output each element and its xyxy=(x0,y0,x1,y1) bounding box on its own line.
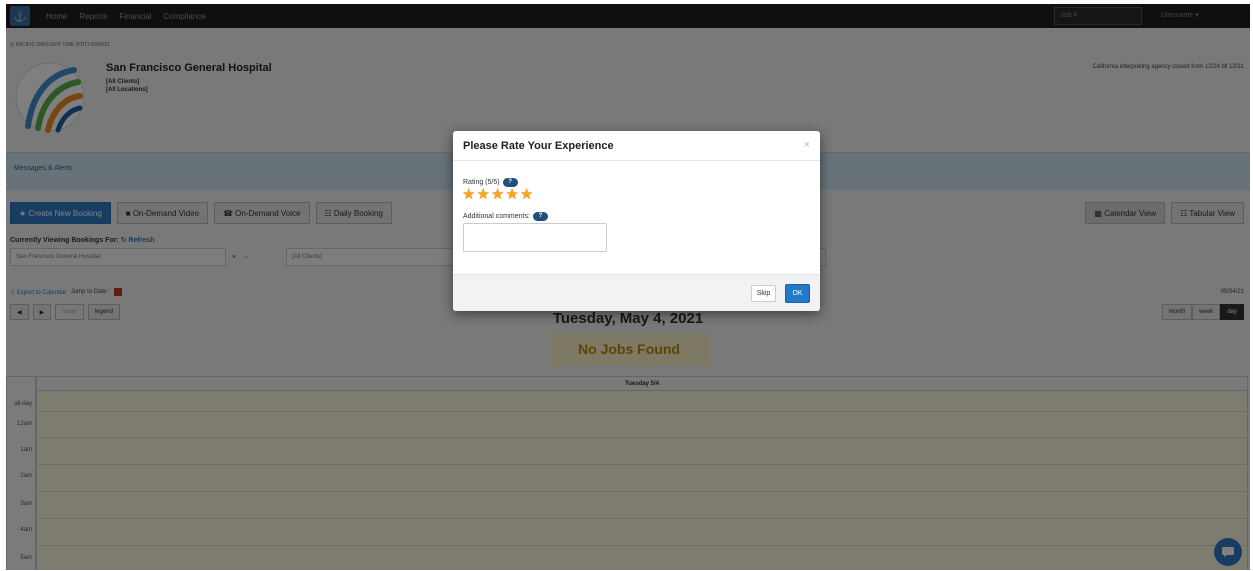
star-rating[interactable]: ★ ★ ★ ★ ★ xyxy=(462,187,533,203)
star-icon[interactable]: ★ xyxy=(520,187,533,203)
comments-help-icon[interactable]: ? xyxy=(532,212,548,221)
star-icon[interactable]: ★ xyxy=(462,187,475,203)
app-frame: ⚓ Home Reports Financial Compliance Job … xyxy=(6,4,1250,570)
close-icon[interactable]: × xyxy=(804,139,810,151)
comments-label: Additional comments: ? xyxy=(463,212,548,221)
dialog-footer: Skip OK xyxy=(453,274,820,311)
skip-button[interactable]: Skip xyxy=(751,285,776,302)
star-icon[interactable]: ★ xyxy=(505,187,518,203)
rating-label-text: Rating (5/5) xyxy=(463,179,500,186)
star-icon[interactable]: ★ xyxy=(476,187,489,203)
dialog-header: Please Rate Your Experience × xyxy=(453,131,820,161)
ok-button[interactable]: OK xyxy=(785,284,810,303)
comments-textarea[interactable] xyxy=(463,223,607,252)
comments-label-text: Additional comments: xyxy=(463,213,530,220)
rate-experience-dialog: Please Rate Your Experience × Rating (5/… xyxy=(453,131,820,311)
dialog-title: Please Rate Your Experience xyxy=(463,140,614,152)
star-icon[interactable]: ★ xyxy=(491,187,504,203)
